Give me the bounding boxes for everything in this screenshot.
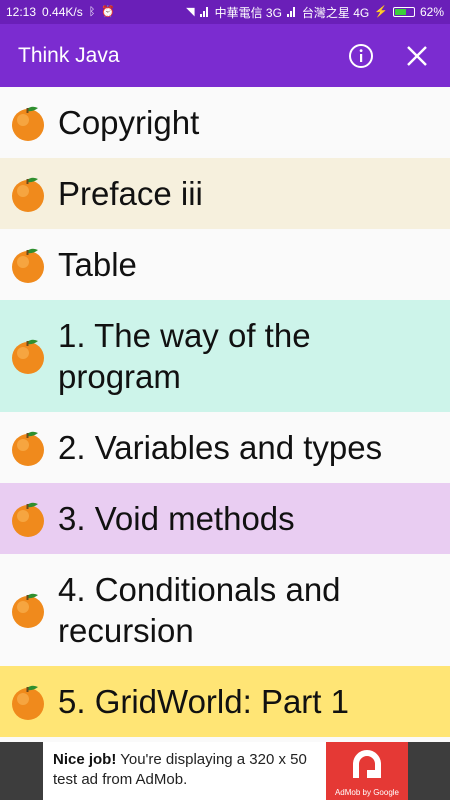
signal-bars-icon-2: [286, 7, 297, 17]
chapter-item[interactable]: 4. Conditionals and recursion: [0, 554, 450, 666]
chapter-list: Copyright Preface iii Table 1. The way of t…: [0, 87, 450, 737]
chapter-label: Copyright: [58, 104, 200, 141]
app-title: Think Java: [18, 43, 120, 67]
ad-banner[interactable]: Nice job! You're displaying a 320 x 50 t…: [43, 742, 408, 800]
chapter-item[interactable]: Copyright: [0, 87, 450, 158]
orange-icon: [12, 177, 44, 212]
app-bar: Think Java: [0, 24, 450, 87]
orange-icon: [12, 502, 44, 537]
ad-text: Nice job! You're displaying a 320 x 50 t…: [53, 750, 315, 790]
orange-icon: [12, 685, 44, 720]
orange-icon: [12, 106, 44, 141]
bluetooth-icon: ᛒ: [88, 5, 96, 18]
orange-icon: [12, 248, 44, 283]
orange-icon: [12, 339, 44, 374]
network-speed: 0.44K/s: [42, 5, 83, 19]
admob-logo: AdMob by Google: [326, 742, 408, 800]
info-circle-icon: [349, 43, 373, 68]
chapter-label: 5. GridWorld: Part 1: [58, 683, 349, 720]
signal-bars-icon: [199, 7, 210, 17]
orange-icon: [12, 431, 44, 466]
status-bar: 12:13 0.44K/s ᛒ ⏰ ◥ 中華電信 3G 台灣之星 4G ⚡ 62…: [0, 0, 450, 24]
chapter-item[interactable]: Preface iii: [0, 158, 450, 229]
orange-icon: [12, 593, 44, 628]
charging-icon: ⚡: [374, 5, 388, 18]
battery-icon: [392, 7, 415, 17]
chapter-item[interactable]: 2. Variables and types: [0, 412, 450, 483]
close-icon: [407, 45, 427, 66]
chapter-item[interactable]: Table: [0, 229, 450, 300]
close-button[interactable]: [402, 41, 432, 71]
admob-brand-text: AdMob by Google: [334, 788, 400, 797]
status-time: 12:13: [6, 5, 37, 19]
carrier-2: 台灣之星 4G: [301, 5, 370, 20]
alarm-icon: ⏰: [101, 5, 116, 18]
chapter-item[interactable]: 5. GridWorld: Part 1: [0, 666, 450, 737]
battery-percent: 62%: [419, 5, 444, 19]
chapter-label: 1. The way of the program: [58, 317, 311, 395]
chapter-label: 3. Void methods: [58, 500, 295, 537]
chapter-item[interactable]: 3. Void methods: [0, 483, 450, 554]
chapter-item[interactable]: 1. The way of the program: [0, 300, 450, 412]
ad-bold-text: Nice job!: [53, 751, 117, 768]
wifi-icon: ◥: [186, 5, 195, 18]
carrier-1: 中華電信 3G: [214, 5, 282, 20]
admob-icon: [353, 750, 381, 778]
chapter-label: 2. Variables and types: [58, 429, 383, 466]
info-button[interactable]: [346, 41, 376, 71]
battery-fill: [394, 9, 406, 15]
chapter-label: 4. Conditionals and recursion: [58, 571, 341, 649]
chapter-label: Preface iii: [58, 175, 203, 212]
chapter-label: Table: [58, 246, 137, 283]
